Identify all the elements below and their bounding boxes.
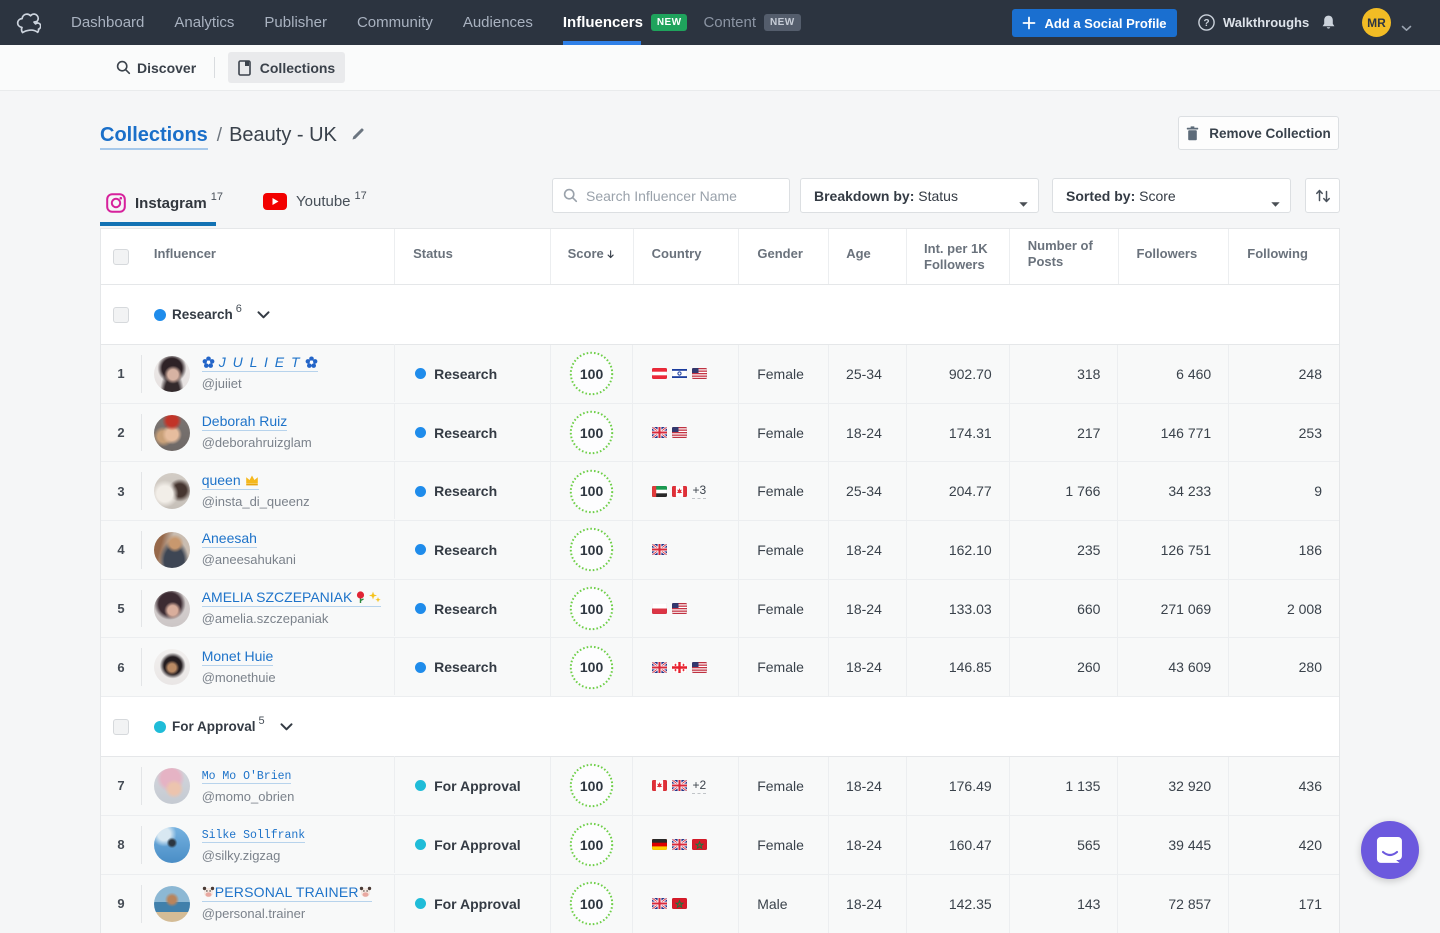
svg-text:?: ?: [1203, 18, 1209, 29]
